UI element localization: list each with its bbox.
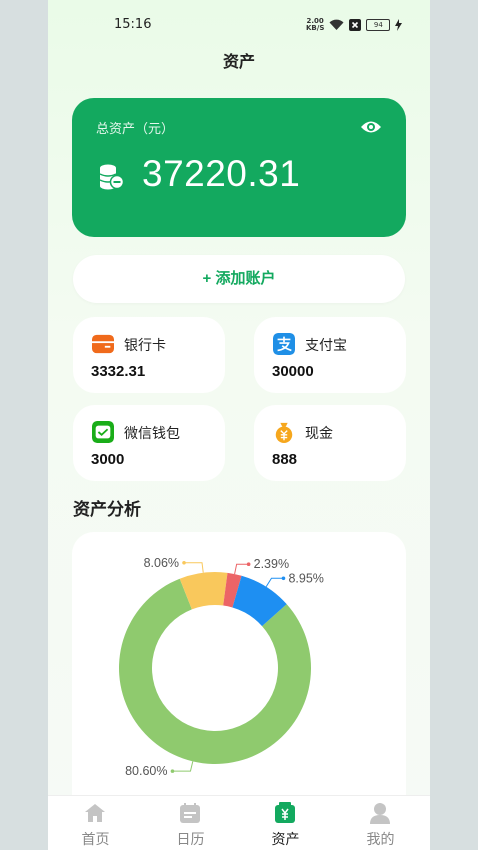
tab-label: 我的 — [366, 832, 395, 848]
tab-home[interactable]: 首页 — [48, 796, 143, 850]
account-name: 支付宝 — [305, 338, 347, 354]
wifi-icon — [329, 19, 344, 30]
donut-slice-label: 2.39% — [254, 557, 289, 571]
account-name: 微信钱包 — [124, 426, 180, 442]
status-bar: 15:16 2.00 KB/S 94 — [48, 0, 430, 50]
donut-leader-dot — [281, 576, 286, 581]
wechat-wallet-icon — [92, 421, 114, 443]
donut-leader-dot — [246, 562, 251, 567]
calendar-icon — [180, 803, 200, 823]
eye-icon[interactable] — [360, 119, 382, 135]
donut-leader-line — [265, 577, 284, 588]
coins-icon — [99, 164, 124, 190]
cash-bag-icon — [275, 422, 293, 443]
total-assets-label: 总资产（元） — [96, 122, 175, 137]
home-icon — [85, 804, 105, 822]
account-balance: 3332.31 — [91, 363, 146, 380]
add-account-button[interactable]: + 添加账户 — [73, 255, 405, 303]
account-card-alipay[interactable]: 支付宝 30000 — [254, 317, 406, 393]
tab-label: 资产 — [271, 832, 300, 848]
tab-assets[interactable]: 资产 — [238, 796, 333, 850]
wallet-icon — [275, 802, 295, 823]
tab-calendar[interactable]: 日历 — [143, 796, 238, 850]
status-time: 15:16 — [114, 17, 152, 32]
account-card-cash[interactable]: 现金 888 — [254, 405, 406, 481]
tab-label: 日历 — [176, 832, 205, 848]
asset-analysis-title: 资产分析 — [73, 500, 141, 520]
donut-leader-line — [172, 761, 194, 772]
notification-x-icon — [349, 19, 362, 31]
tab-bar: 首页 日历 资产 我的 — [48, 795, 430, 850]
donut-leader-line — [234, 563, 249, 575]
account-balance: 30000 — [272, 363, 314, 380]
account-card-bank[interactable]: 银行卡 3332.31 — [73, 317, 225, 393]
asset-donut-chart: 80.60% 8.06% 2.39%8.95% — [119, 556, 324, 778]
page-title: 资产 — [222, 52, 255, 71]
alipay-icon — [273, 333, 295, 355]
total-assets-card: 总资产（元） 37220.31 — [72, 98, 406, 237]
donut-leader-line — [184, 562, 204, 573]
donut-slice-label: 80.60% — [125, 764, 167, 778]
account-balance: 3000 — [91, 451, 125, 468]
network-speed: 2.00 KB/S — [306, 18, 324, 32]
account-card-wechat[interactable]: 微信钱包 3000 — [73, 405, 225, 481]
bank-card-icon — [92, 334, 114, 354]
profile-icon — [370, 803, 390, 824]
network-speed-unit: KB/S — [306, 24, 325, 32]
phone-screen: 15:16 2.00 KB/S 94 资产 总资产（元） 37220.31 + … — [48, 0, 430, 850]
donut-slice-label: 8.06% — [144, 556, 179, 570]
charging-icon — [395, 19, 403, 31]
asset-analysis-chart-card: 80.60% 8.06% 2.39% 8.95% — [72, 532, 406, 832]
donut-leader-dot — [170, 769, 175, 773]
account-balance: 888 — [272, 451, 298, 468]
total-assets-value: 37220.31 — [142, 153, 301, 194]
tab-label: 首页 — [81, 832, 110, 848]
tab-profile[interactable]: 我的 — [333, 796, 428, 850]
donut-slice-label: 8.95% — [288, 571, 323, 585]
account-name: 现金 — [305, 426, 333, 442]
donut-leader-dot — [182, 560, 186, 565]
battery-indicator: 94 — [366, 19, 391, 31]
account-name: 银行卡 — [124, 338, 166, 354]
status-icons: 2.00 KB/S 94 — [306, 16, 403, 34]
